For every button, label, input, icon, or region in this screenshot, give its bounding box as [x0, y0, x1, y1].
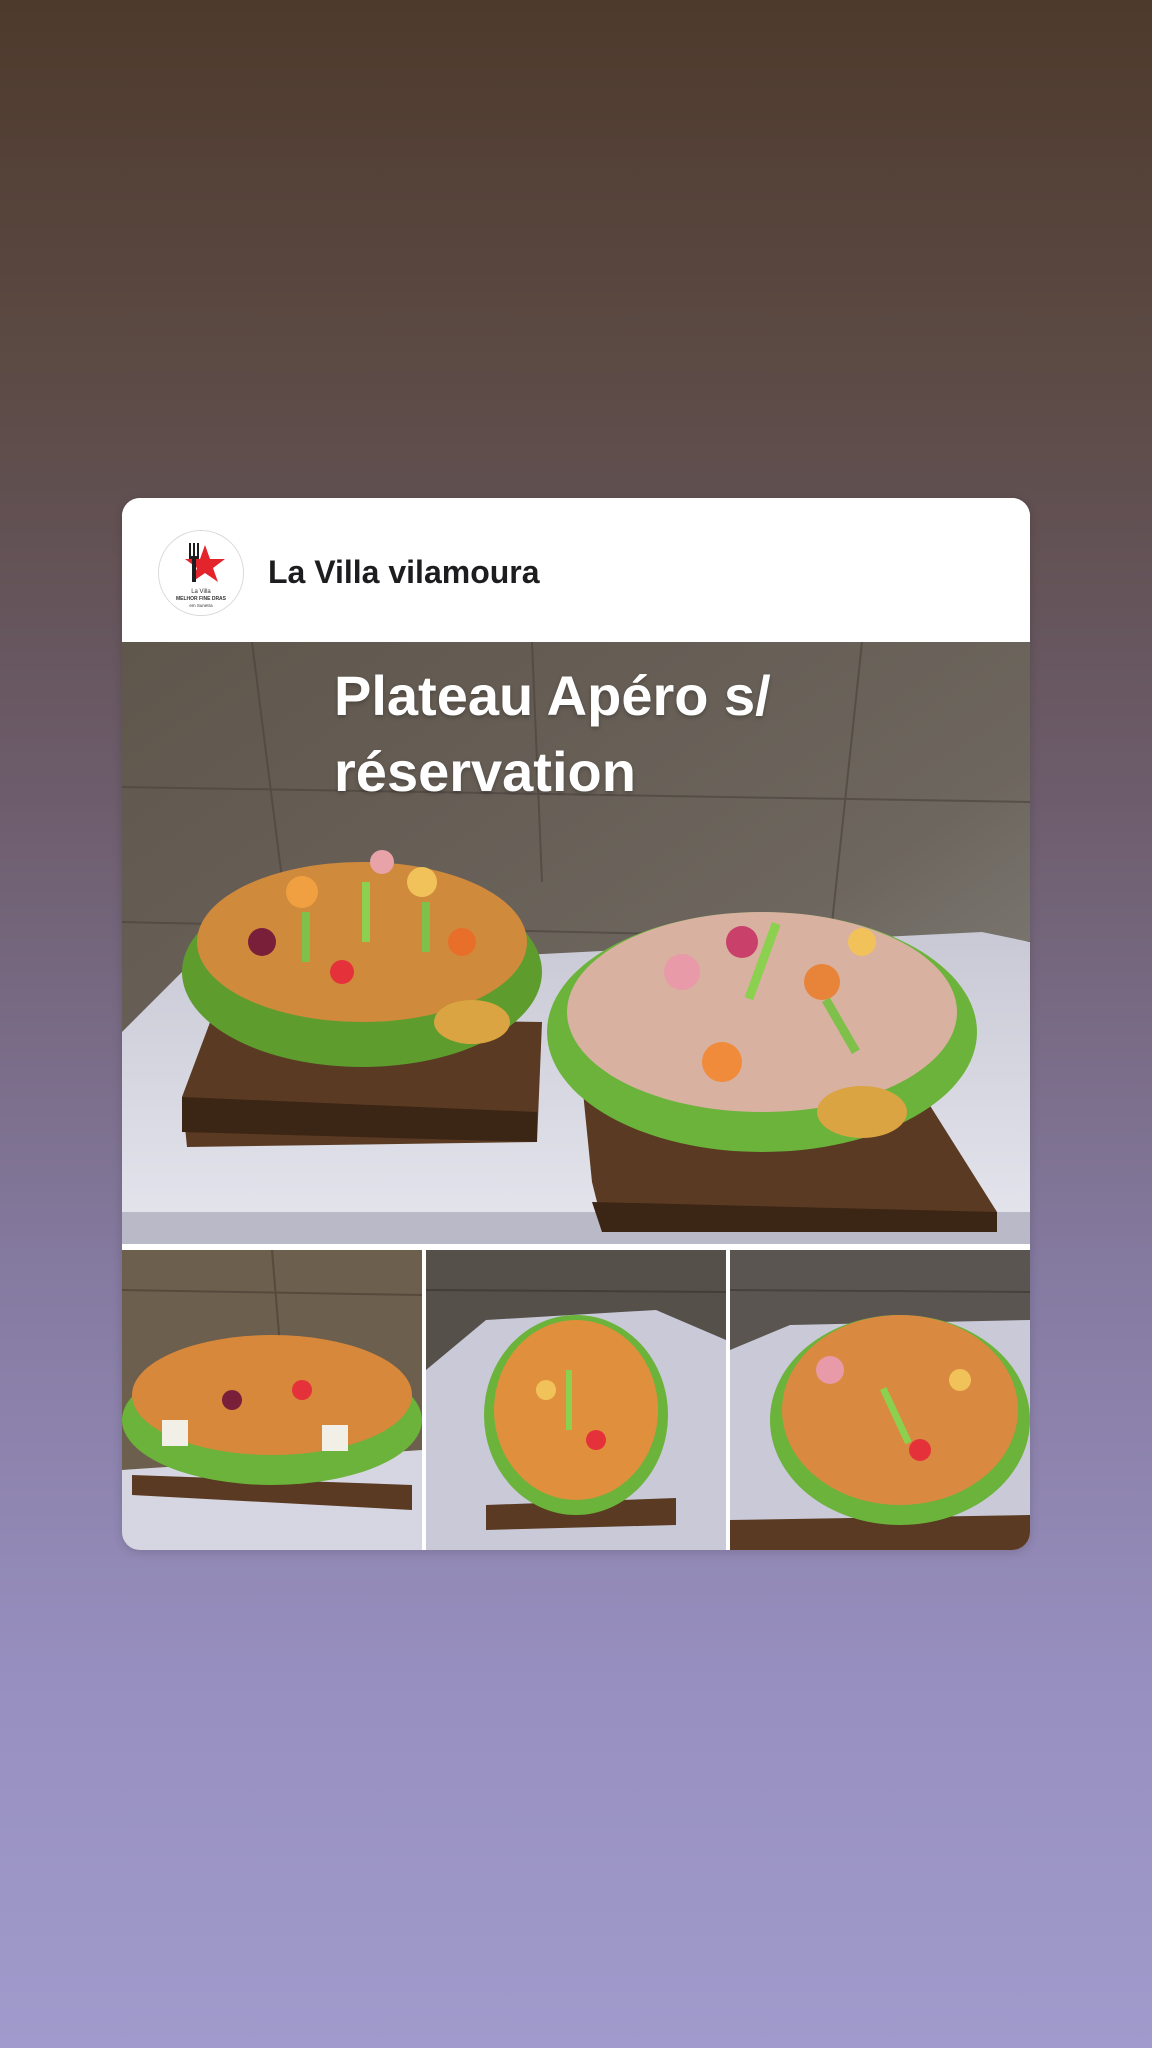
main-platter-photo[interactable]: Plateau Apéro s/ réservation [122, 642, 1030, 1244]
post-header: La Villa MELHOR FINE DRAS em Sunetra La … [122, 498, 1030, 642]
star-fork-logo-icon: La Villa MELHOR FINE DRAS em Sunetra [159, 531, 243, 615]
account-avatar[interactable]: La Villa MELHOR FINE DRAS em Sunetra [158, 530, 244, 616]
platter-thumbnail-1[interactable] [122, 1250, 422, 1550]
thumbnail-row [122, 1250, 1030, 1550]
story-post-card[interactable]: La Villa MELHOR FINE DRAS em Sunetra La … [122, 498, 1030, 1550]
logo-line-3: em Sunetra [189, 603, 213, 608]
thumbnail-image-3 [730, 1250, 1030, 1550]
logo-line-1: La Villa [191, 589, 211, 595]
logo-line-2: MELHOR FINE DRAS [176, 596, 227, 602]
thumbnail-image-2 [426, 1250, 726, 1550]
platter-thumbnail-3[interactable] [730, 1250, 1030, 1550]
platter-thumbnail-2[interactable] [426, 1250, 726, 1550]
post-headline: Plateau Apéro s/ réservation [334, 664, 771, 803]
account-name[interactable]: La Villa vilamoura [268, 554, 540, 591]
thumbnail-image-1 [122, 1250, 422, 1550]
